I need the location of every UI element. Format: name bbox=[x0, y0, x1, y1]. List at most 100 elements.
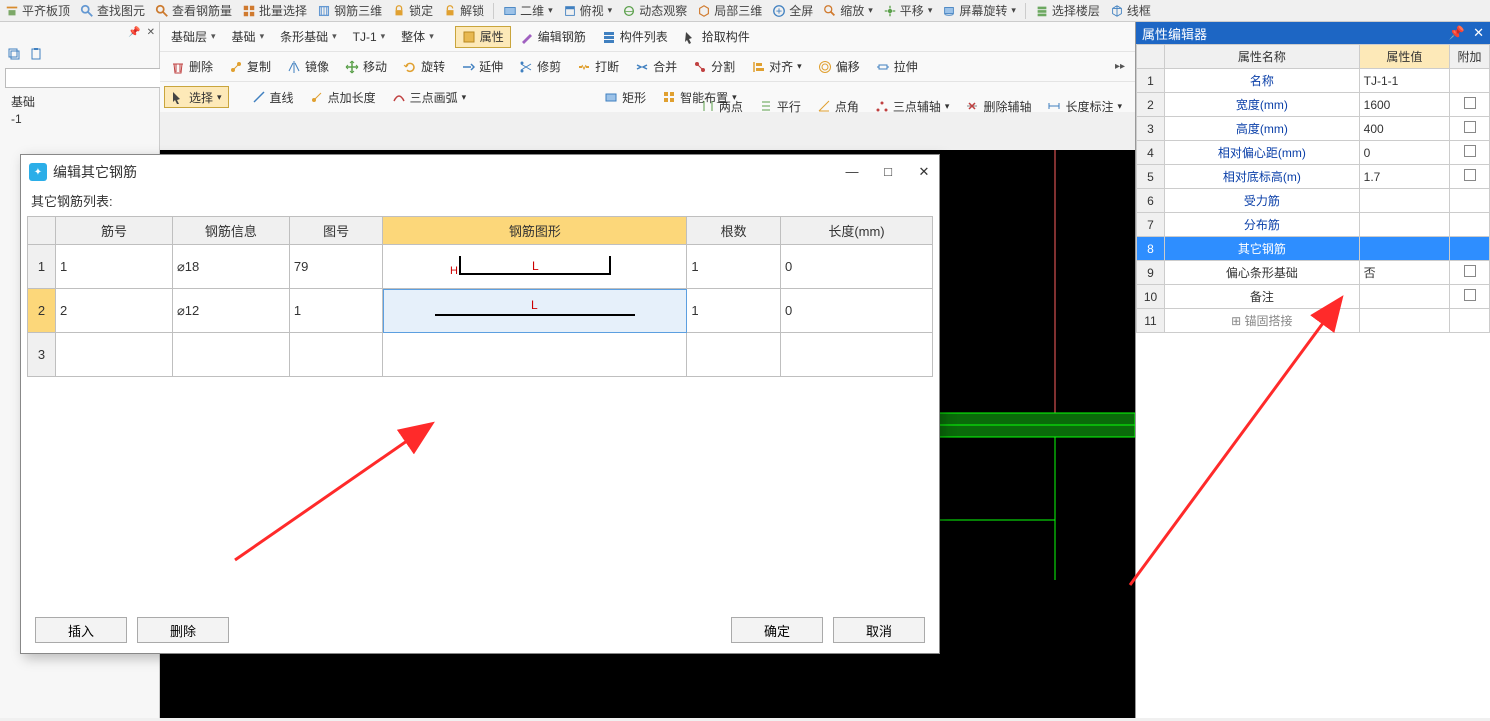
dialog-delete-button[interactable]: 删除 bbox=[137, 617, 229, 643]
btn-delete[interactable]: 删除 bbox=[164, 56, 220, 78]
tb-zoom[interactable]: 缩放▾ bbox=[820, 1, 876, 20]
grid-header bbox=[28, 217, 56, 245]
tb-fullscreen[interactable]: 全屏 bbox=[769, 1, 816, 20]
prop-row[interactable]: 5相对底标高(m)1.7 bbox=[1137, 165, 1490, 189]
dialog-cancel-button[interactable]: 取消 bbox=[833, 617, 925, 643]
dd-floor[interactable]: 基础层▾ bbox=[164, 26, 223, 48]
svg-text:H: H bbox=[450, 265, 458, 277]
prop-header-add: 附加 bbox=[1450, 45, 1490, 69]
grid-header: 钢筋图形 bbox=[383, 217, 687, 245]
btn-break[interactable]: 打断 bbox=[570, 56, 626, 78]
prop-pin-icon[interactable]: 📌 bbox=[1449, 25, 1465, 41]
btn-stretch[interactable]: 拉伸 bbox=[869, 56, 925, 78]
btn-del-aux[interactable]: 删除辅轴 bbox=[958, 95, 1038, 117]
edit-other-rebar-dialog: ✦ 编辑其它钢筋 — □ ✕ 其它钢筋列表: 筋号钢筋信息图号钢筋图形根数长度(… bbox=[20, 154, 940, 654]
dialog-maximize-icon[interactable]: □ bbox=[881, 164, 895, 180]
dialog-subtitle: 其它钢筋列表: bbox=[21, 189, 939, 216]
prop-row[interactable]: 2宽度(mm)1600 bbox=[1137, 93, 1490, 117]
dd-category[interactable]: 基础▾ bbox=[225, 26, 272, 48]
btn-extend[interactable]: 延伸 bbox=[454, 56, 510, 78]
svg-text:L: L bbox=[532, 259, 539, 273]
btn-edit-rebar[interactable]: 编辑钢筋 bbox=[513, 26, 593, 48]
tb-pan[interactable]: 平移▾ bbox=[880, 1, 936, 20]
prop-panel-title: 属性编辑器 bbox=[1142, 24, 1207, 43]
tb-rebar-qty[interactable]: 查看钢筋量 bbox=[152, 1, 235, 20]
btn-align[interactable]: 对齐▾ bbox=[744, 56, 809, 78]
toolbar-overflow-icon[interactable]: ▸▸ bbox=[1109, 61, 1131, 72]
grid-header: 筋号 bbox=[56, 217, 173, 245]
btn-parallel[interactable]: 平行 bbox=[752, 95, 808, 117]
prop-row[interactable]: 1名称TJ-1-1 bbox=[1137, 69, 1490, 93]
tb-lock[interactable]: 锁定 bbox=[389, 1, 436, 20]
btn-2pt[interactable]: 两点 bbox=[694, 95, 750, 117]
prop-row[interactable]: 10备注 bbox=[1137, 285, 1490, 309]
grid-row[interactable]: 3 bbox=[28, 333, 933, 377]
tree-node-item[interactable]: -1 bbox=[5, 111, 154, 127]
prop-header-value: 属性值 bbox=[1359, 45, 1449, 69]
grid-header: 图号 bbox=[289, 217, 383, 245]
tb-orbit[interactable]: 动态观察 bbox=[619, 1, 690, 20]
prop-row[interactable]: 3高度(mm)400 bbox=[1137, 117, 1490, 141]
prop-close-icon[interactable]: ✕ bbox=[1473, 25, 1484, 41]
btn-point-angle[interactable]: 点角 bbox=[810, 95, 866, 117]
tb-find-element[interactable]: 查找图元 bbox=[77, 1, 148, 20]
tb-unlock[interactable]: 解锁 bbox=[440, 1, 487, 20]
grid-row[interactable]: 22⌀121L10 bbox=[28, 289, 933, 333]
dd-subcategory[interactable]: 条形基础▾ bbox=[273, 26, 344, 48]
btn-dimension[interactable]: 长度标注▾ bbox=[1040, 95, 1129, 117]
tb-wireframe[interactable]: 线框 bbox=[1107, 1, 1154, 20]
btn-move[interactable]: 移动 bbox=[338, 56, 394, 78]
btn-merge[interactable]: 合并 bbox=[628, 56, 684, 78]
btn-line[interactable]: 直线 bbox=[245, 86, 301, 108]
btn-rotate[interactable]: 旋转 bbox=[396, 56, 452, 78]
prop-row[interactable]: 9偏心条形基础否 bbox=[1137, 261, 1490, 285]
btn-3pt-aux[interactable]: 三点辅轴▾ bbox=[868, 95, 957, 117]
property-editor-panel: 属性编辑器 📌 ✕ 属性名称 属性值 附加 1名称TJ-1-12宽度(mm)160… bbox=[1135, 22, 1490, 718]
property-table[interactable]: 属性名称 属性值 附加 1名称TJ-1-12宽度(mm)16003高度(mm)4… bbox=[1136, 44, 1490, 333]
svg-text:L: L bbox=[531, 298, 538, 312]
btn-pick-component[interactable]: 拾取构件 bbox=[677, 26, 757, 48]
btn-offset[interactable]: 偏移 bbox=[811, 56, 867, 78]
sidebar-pin-icon[interactable]: 📌 bbox=[128, 27, 140, 38]
dialog-ok-button[interactable]: 确定 bbox=[731, 617, 823, 643]
btn-trim[interactable]: 修剪 bbox=[512, 56, 568, 78]
tb-screen-rotate[interactable]: 屏幕旋转▾ bbox=[939, 1, 1019, 20]
tb-align-top[interactable]: 平齐板顶 bbox=[2, 1, 73, 20]
dd-scope[interactable]: 整体▾ bbox=[394, 26, 441, 48]
tb-local-3d[interactable]: 局部三维 bbox=[694, 1, 765, 20]
sidebar-paste-icon[interactable] bbox=[28, 46, 44, 62]
tb-top-view[interactable]: 俯视▾ bbox=[560, 1, 616, 20]
sidebar-tree[interactable]: 基础 -1 bbox=[0, 90, 159, 129]
btn-properties[interactable]: 属性 bbox=[455, 26, 511, 48]
tb-batch-select[interactable]: 批量选择 bbox=[239, 1, 310, 20]
btn-select[interactable]: 选择▾ bbox=[164, 86, 229, 108]
prop-row[interactable]: 11⊞ 锚固搭接 bbox=[1137, 309, 1490, 333]
prop-header-name: 属性名称 bbox=[1165, 45, 1360, 69]
btn-component-list[interactable]: 构件列表 bbox=[595, 26, 675, 48]
grid-row[interactable]: 11⌀1879HL10 bbox=[28, 245, 933, 289]
sidebar-close-icon[interactable]: ✕ bbox=[147, 27, 155, 38]
dd-component[interactable]: TJ-1▾ bbox=[346, 26, 393, 48]
grid-header: 长度(mm) bbox=[780, 217, 932, 245]
rebar-grid[interactable]: 筋号钢筋信息图号钢筋图形根数长度(mm) 11⌀1879HL1022⌀121L1… bbox=[27, 216, 933, 377]
sidebar-search-input[interactable] bbox=[5, 68, 170, 88]
prop-row[interactable]: 7分布筋 bbox=[1137, 213, 1490, 237]
btn-mirror[interactable]: 镜像 bbox=[280, 56, 336, 78]
tree-node-foundation[interactable]: 基础 bbox=[5, 92, 154, 111]
tb-rebar-3d[interactable]: 钢筋三维 bbox=[314, 1, 385, 20]
grid-header: 根数 bbox=[687, 217, 781, 245]
main-top-toolbar: 平齐板顶 查找图元 查看钢筋量 批量选择 钢筋三维 锁定 解锁 二维▾ 俯视▾ … bbox=[0, 0, 1490, 22]
tb-select-floor[interactable]: 选择楼层 bbox=[1032, 1, 1103, 20]
prop-row[interactable]: 6受力筋 bbox=[1137, 189, 1490, 213]
btn-split[interactable]: 分割 bbox=[686, 56, 742, 78]
prop-row[interactable]: 4相对偏心距(mm)0 bbox=[1137, 141, 1490, 165]
dialog-minimize-icon[interactable]: — bbox=[845, 164, 859, 180]
dialog-close-icon[interactable]: ✕ bbox=[917, 164, 931, 180]
dialog-insert-button[interactable]: 插入 bbox=[35, 617, 127, 643]
tb-2d[interactable]: 二维▾ bbox=[500, 1, 556, 20]
aux-toolbar: 两点 平行 点角 三点辅轴▾ 删除辅轴 长度标注▾ bbox=[340, 90, 1135, 122]
btn-copy[interactable]: 复制 bbox=[222, 56, 278, 78]
grid-header: 钢筋信息 bbox=[172, 217, 289, 245]
prop-row[interactable]: 8其它钢筋 bbox=[1137, 237, 1490, 261]
sidebar-copy-icon[interactable] bbox=[6, 46, 22, 62]
